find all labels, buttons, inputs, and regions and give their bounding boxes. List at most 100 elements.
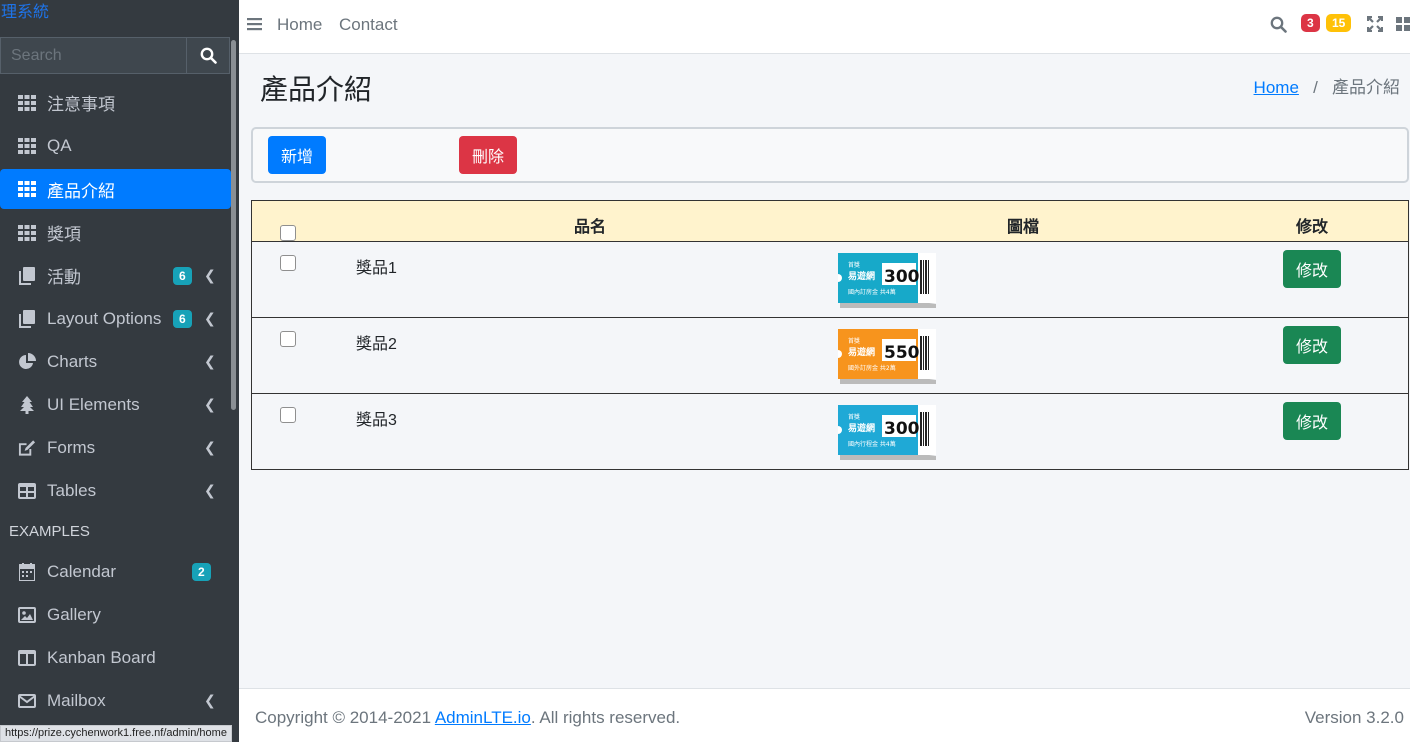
breadcrumb-home-link[interactable]: Home [1254, 78, 1299, 97]
version-label: Version [1304, 708, 1362, 727]
edit-button[interactable]: 修改 [1283, 402, 1341, 440]
notification-badge-warning[interactable]: 15 [1326, 14, 1352, 32]
table-icon [18, 482, 36, 500]
sidebar-item-products[interactable]: 產品介紹 [0, 169, 231, 209]
prize-ticket-image: 首獎 易遊網 300 國內行程金 共4萬 [838, 405, 936, 460]
version-text: Version 3.2.0 [1305, 708, 1404, 728]
search-input[interactable] [0, 37, 186, 74]
sidebar-search [0, 37, 230, 74]
control-sidebar-icon[interactable] [1396, 16, 1410, 37]
image-icon [18, 606, 36, 624]
main-sidebar: 管理系統 注意事項 QA 產品介紹 獎項 活動 6 ❮ [0, 0, 239, 742]
edit-button[interactable]: 修改 [1283, 326, 1341, 364]
sidebar-item-awards[interactable]: 獎項 [0, 211, 231, 254]
ticket-line2: 易遊網 [848, 346, 875, 358]
search-icon [200, 47, 217, 64]
ticket-line1: 首獎 [848, 413, 860, 421]
products-table: 品名 圖檔 修改 獎品1 首獎 易遊網 300 國內訂房金 共4萬 修改 獎品2… [251, 200, 1409, 470]
status-bar-url: https://prize.cychenwork1.free.nf/admin/… [0, 725, 232, 742]
prize-ticket-image: 首獎 易遊網 550 國外訂房金 共2萬 [838, 329, 936, 384]
ticket-line2: 易遊網 [848, 270, 875, 282]
table-row: 獎品2 首獎 易遊網 550 國外訂房金 共2萬 修改 [251, 318, 1409, 394]
sidebar-item-qa[interactable]: QA [0, 124, 231, 167]
breadcrumb: Home / 產品介紹 [1254, 73, 1400, 98]
column-header-image: 圖檔 [1007, 219, 1040, 236]
fullscreen-icon[interactable] [1366, 15, 1384, 37]
ticket-line3: 國內訂房金 共4萬 [848, 288, 896, 296]
copy-icon [18, 266, 36, 285]
chevron-left-icon: ❮ [204, 267, 216, 283]
row-checkbox[interactable] [280, 331, 296, 347]
action-card: 新增 刪除 [251, 127, 1409, 183]
chevron-left-icon: ❮ [204, 310, 216, 326]
ticket-amount: 300 [884, 267, 920, 287]
brand-text[interactable]: 管理系統 [0, 0, 49, 22]
ticket-line3: 國外訂房金 共2萬 [848, 364, 896, 372]
adminlte-link[interactable]: AdminLTE.io [435, 708, 531, 727]
chevron-left-icon: ❮ [204, 439, 216, 455]
count-badge: 2 [192, 562, 211, 581]
grid-icon [18, 180, 36, 198]
count-badge: 6 [173, 266, 192, 285]
sidebar-item-tables[interactable]: Tables ❮ [0, 469, 231, 512]
sidebar-item-gallery[interactable]: Gallery [0, 593, 231, 636]
table-row: 獎品3 首獎 易遊網 300 國內行程金 共4萬 修改 [251, 394, 1409, 470]
top-navbar: Home Contact 3 15 [239, 0, 1410, 54]
add-button[interactable]: 新增 [268, 136, 326, 174]
sidebar-item-mailbox[interactable]: Mailbox ❮ [0, 679, 231, 722]
breadcrumb-current: 產品介紹 [1332, 78, 1400, 97]
sidebar-item-forms[interactable]: Forms ❮ [0, 426, 231, 469]
ticket-line1: 首獎 [848, 337, 860, 345]
content-wrapper: 產品介紹 Home / 產品介紹 新增 刪除 品名 圖檔 修改 獎品1 首獎 易… [239, 54, 1410, 688]
sidebar-scrollbar[interactable] [231, 40, 236, 410]
calendar-icon [18, 562, 36, 581]
grid-icon [18, 94, 36, 112]
edit-button[interactable]: 修改 [1283, 250, 1341, 288]
product-name: 獎品3 [356, 412, 397, 429]
row-checkbox[interactable] [280, 255, 296, 271]
sidebar-item-label: 獎項 [47, 225, 81, 244]
grid-icon [18, 137, 36, 155]
column-header-name: 品名 [574, 219, 607, 236]
table-row: 獎品1 首獎 易遊網 300 國內訂房金 共4萬 修改 [251, 242, 1409, 318]
main-footer: Copyright © 2014-2021 AdminLTE.io. All r… [239, 688, 1410, 742]
chevron-left-icon: ❮ [204, 482, 216, 498]
columns-icon [18, 649, 36, 667]
ticket-line2: 易遊網 [848, 422, 875, 434]
sidebar-item-label: QA [47, 135, 72, 155]
nav-link-home[interactable]: Home [277, 15, 322, 35]
ticket-line3: 國內行程金 共4萬 [848, 440, 896, 448]
menu-toggle-icon[interactable] [247, 17, 262, 36]
row-checkbox[interactable] [280, 407, 296, 423]
delete-button[interactable]: 刪除 [459, 136, 517, 174]
envelope-icon [18, 692, 36, 710]
sidebar-item-calendar[interactable]: Calendar 2 [0, 550, 231, 593]
copy-icon [18, 309, 36, 328]
sidebar-item-ui-elements[interactable]: UI Elements ❮ [0, 383, 231, 426]
sidebar-item-label: 產品介紹 [47, 181, 115, 201]
sidebar-item-notice[interactable]: 注意事項 [0, 81, 231, 124]
chevron-left-icon: ❮ [204, 353, 216, 369]
product-name: 獎品2 [356, 336, 397, 353]
nav-link-contact[interactable]: Contact [339, 15, 398, 35]
sidebar-item-kanban[interactable]: Kanban Board [0, 636, 231, 679]
prize-ticket-image: 首獎 易遊網 300 國內訂房金 共4萬 [838, 253, 936, 308]
sidebar-item-activities[interactable]: 活動 6 ❮ [0, 254, 231, 297]
sidebar-item-charts[interactable]: Charts ❮ [0, 340, 231, 383]
sidebar-item-label: Kanban Board [47, 647, 156, 667]
column-header-edit: 修改 [1296, 219, 1329, 236]
search-icon[interactable] [1270, 16, 1287, 38]
select-all-checkbox[interactable] [280, 225, 296, 241]
chevron-left-icon: ❮ [204, 692, 216, 708]
tree-icon [18, 395, 36, 414]
search-button[interactable] [186, 37, 230, 74]
sidebar-item-layout-options[interactable]: Layout Options 6 ❮ [0, 297, 231, 340]
notification-badge-danger[interactable]: 3 [1301, 14, 1320, 32]
sidebar-item-label: Gallery [47, 604, 101, 624]
product-name: 獎品1 [356, 260, 397, 277]
pie-chart-icon [18, 352, 36, 371]
nav-header-examples: EXAMPLES [9, 522, 90, 540]
chevron-left-icon: ❮ [204, 396, 216, 412]
edit-icon [18, 439, 36, 457]
ticket-amount: 300 [884, 419, 920, 439]
